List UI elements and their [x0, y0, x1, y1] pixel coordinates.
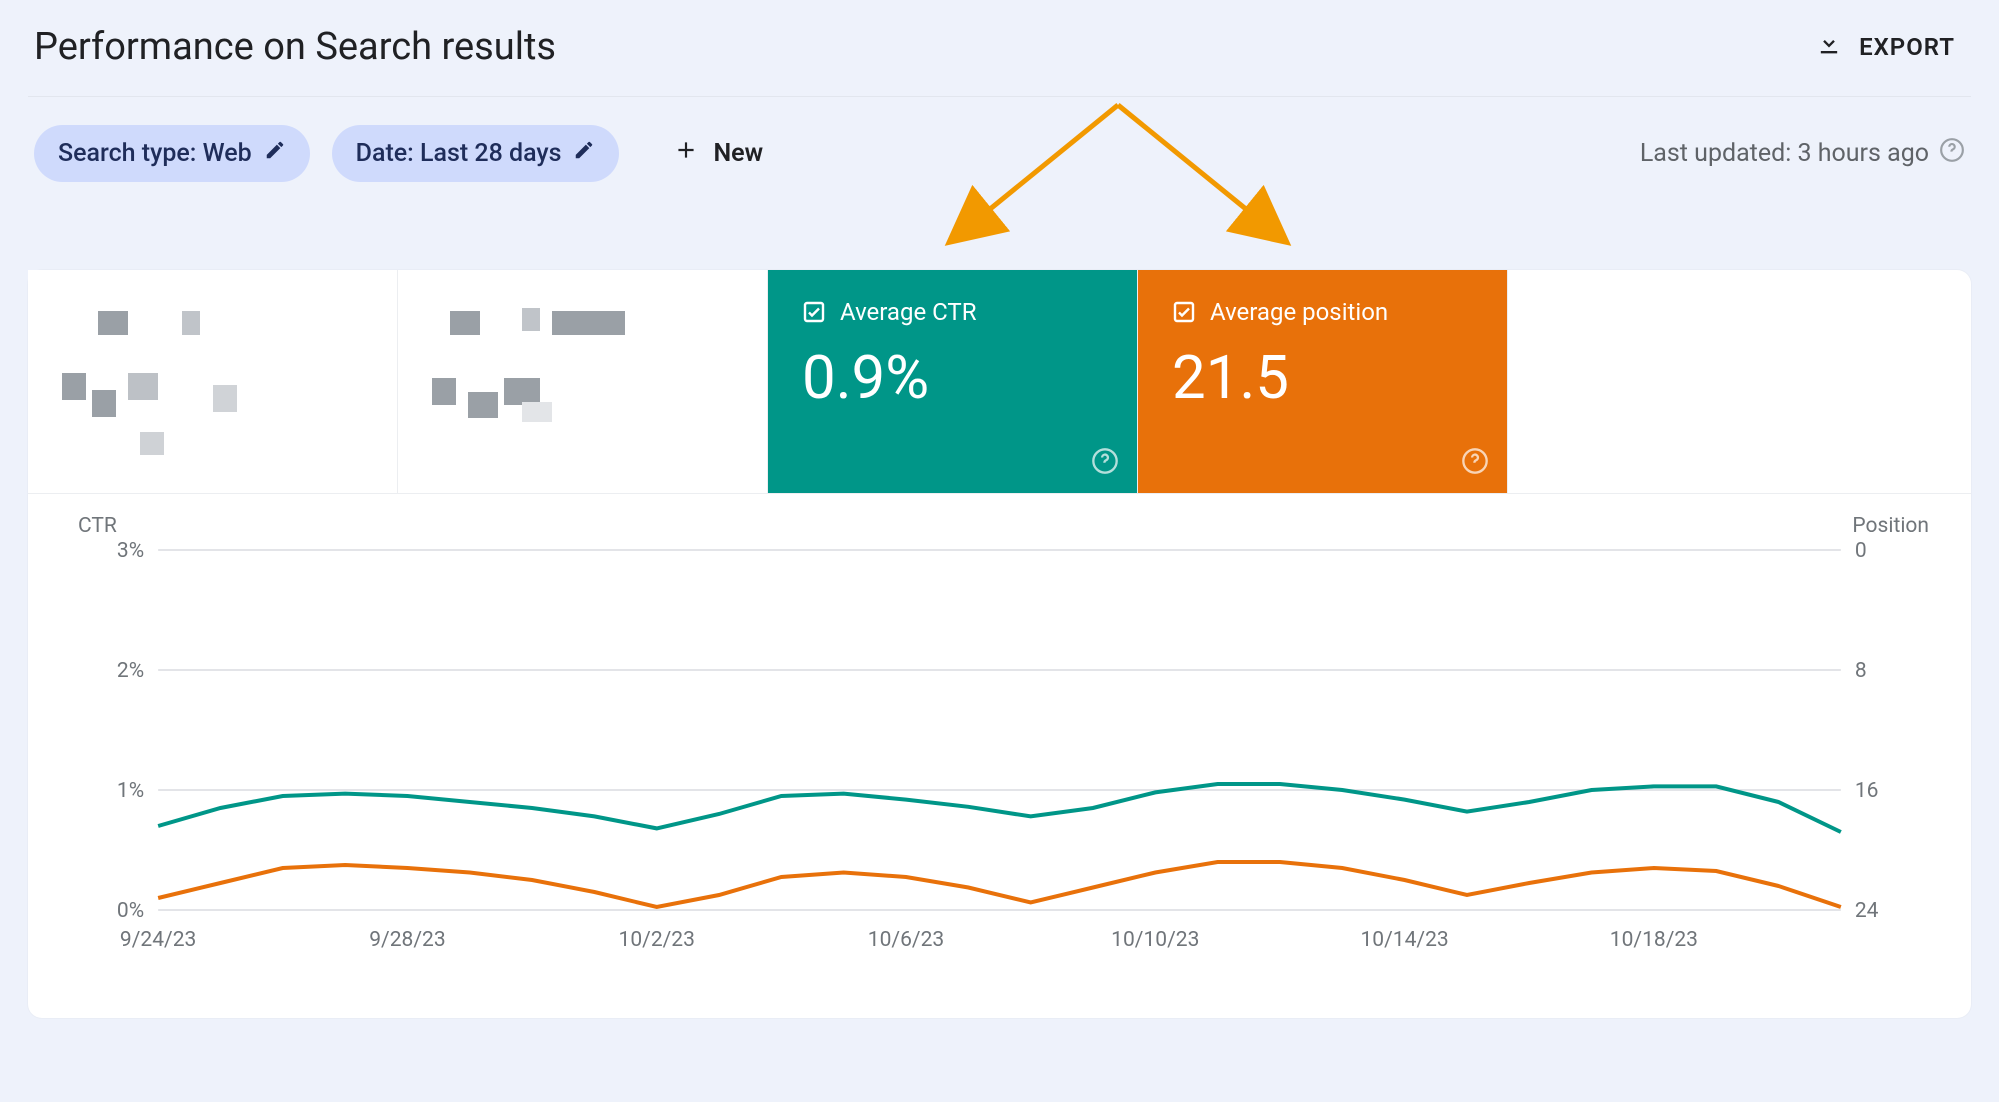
svg-text:9/24/23: 9/24/23 [120, 928, 196, 952]
header: Performance on Search results EXPORT [28, 14, 1971, 97]
metric-row: Average CTR 0.9% Average position 21.5 [28, 270, 1971, 494]
svg-text:0%: 0% [117, 899, 144, 923]
annotation-arrows [908, 97, 1328, 257]
svg-text:10/14/23: 10/14/23 [1360, 928, 1448, 952]
svg-text:24: 24 [1855, 899, 1879, 923]
svg-text:8: 8 [1855, 659, 1867, 683]
plus-icon [673, 137, 699, 170]
chip-search-type-label: Search type: Web [58, 139, 252, 168]
add-filter-button[interactable]: New [659, 127, 777, 180]
chip-search-type[interactable]: Search type: Web [34, 125, 310, 182]
svg-text:10/18/23: 10/18/23 [1610, 928, 1698, 952]
download-icon [1815, 30, 1843, 64]
metric-ctr-label: Average CTR [840, 298, 977, 326]
svg-text:10/10/23: 10/10/23 [1111, 928, 1199, 952]
y-axis-left-title: CTR [78, 514, 117, 538]
y-axis-right-title: Position [1852, 514, 1929, 538]
svg-text:0: 0 [1855, 540, 1867, 563]
svg-text:1%: 1% [117, 779, 144, 803]
edit-icon [264, 139, 286, 168]
help-icon[interactable] [1939, 137, 1965, 170]
metric-total-clicks[interactable] [28, 270, 398, 493]
metric-position-label: Average position [1210, 298, 1388, 326]
page-title: Performance on Search results [34, 25, 556, 69]
svg-text:9/28/23: 9/28/23 [369, 928, 445, 952]
checkbox-checked-icon [802, 300, 826, 324]
add-filter-label: New [713, 139, 763, 168]
chip-date-label: Date: Last 28 days [356, 139, 562, 168]
performance-card: Average CTR 0.9% Average position 21.5 [28, 270, 1971, 1018]
last-updated: Last updated: 3 hours ago [1640, 137, 1965, 170]
last-updated-label: Last updated: 3 hours ago [1640, 139, 1929, 168]
redacted-content [432, 298, 733, 465]
svg-text:3%: 3% [117, 540, 144, 563]
export-label: EXPORT [1859, 33, 1955, 61]
edit-icon [573, 139, 595, 168]
redacted-content [62, 298, 363, 465]
chip-date-range[interactable]: Date: Last 28 days [332, 125, 620, 182]
export-button[interactable]: EXPORT [1805, 22, 1965, 72]
checkbox-checked-icon [1172, 300, 1196, 324]
filter-bar: Search type: Web Date: Last 28 days New … [28, 97, 1971, 200]
chart-area: CTR Position 0% 24 1% 16 2% 8 3% 0 9/24/23 9/28/2… [28, 494, 1971, 978]
metric-ctr-value: 0.9% [802, 342, 1103, 413]
svg-text:10/2/23: 10/2/23 [619, 928, 695, 952]
svg-text:10/6/23: 10/6/23 [868, 928, 944, 952]
svg-text:2%: 2% [117, 659, 144, 683]
help-icon[interactable] [1461, 447, 1489, 479]
metric-total-impressions[interactable] [398, 270, 768, 493]
metric-average-ctr[interactable]: Average CTR 0.9% [768, 270, 1138, 493]
metric-position-value: 21.5 [1172, 342, 1473, 413]
svg-text:16: 16 [1855, 779, 1879, 803]
metric-spacer [1508, 270, 1971, 493]
performance-line-chart: 0% 24 1% 16 2% 8 3% 0 9/24/23 9/28/23 10/2/23 10/6/… [68, 540, 1931, 970]
help-icon[interactable] [1091, 447, 1119, 479]
metric-average-position[interactable]: Average position 21.5 [1138, 270, 1508, 493]
